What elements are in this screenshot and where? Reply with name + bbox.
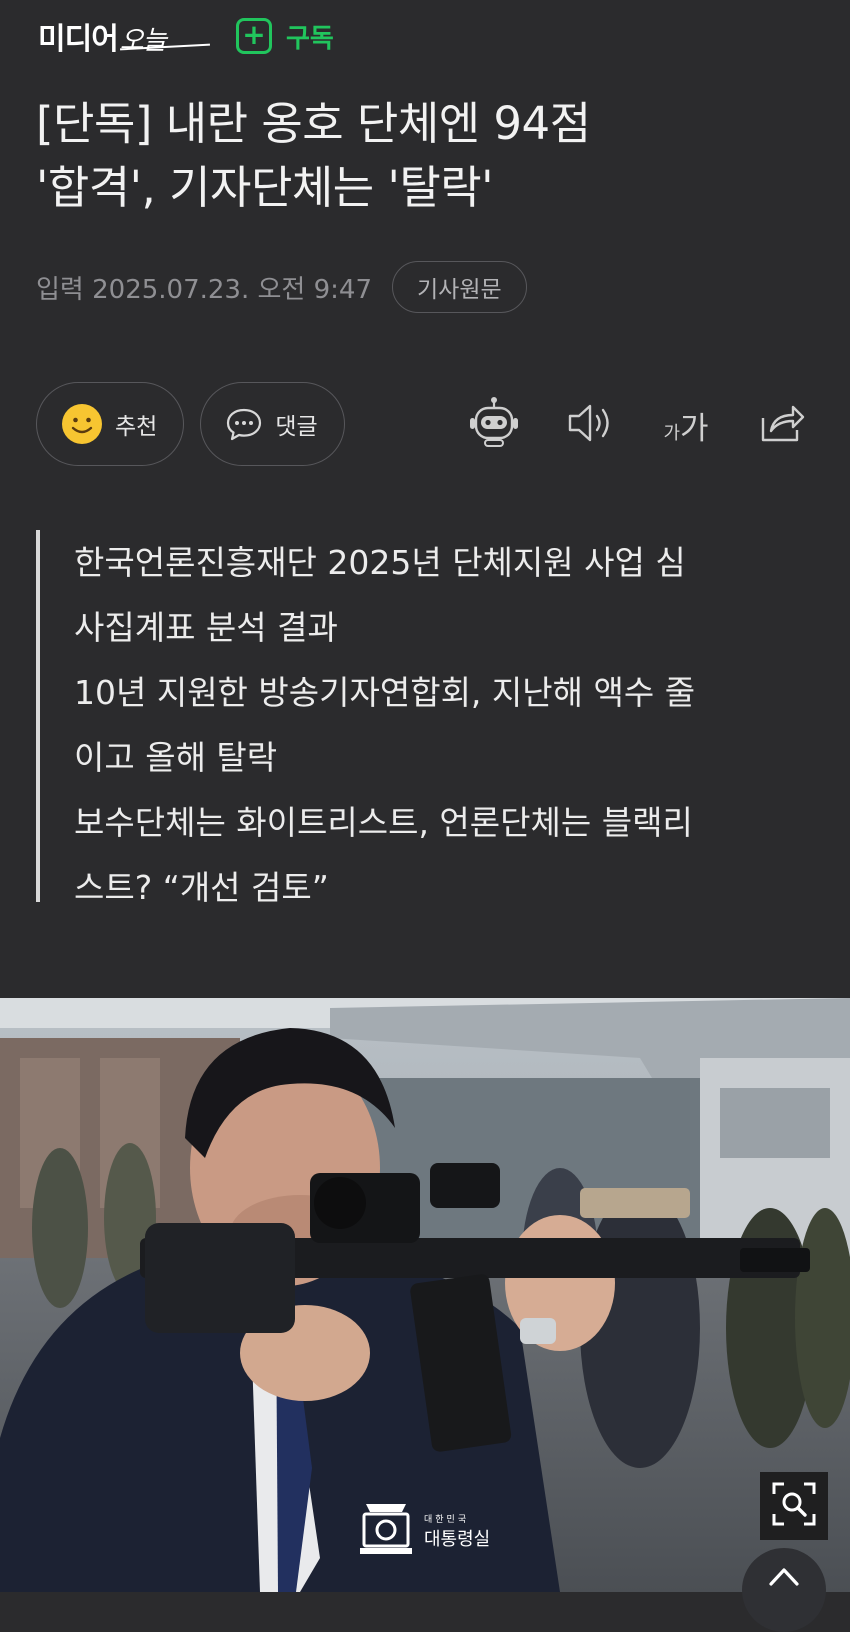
speech-bubble-icon xyxy=(225,405,263,443)
zoom-button[interactable] xyxy=(760,1472,828,1540)
article-summary: 한국언론진흥재단 2025년 단체지원 사업 심 사집계표 분석 결과 10년 … xyxy=(36,530,796,907)
summary-line: 10년 지원한 방송기자연합회, 지난해 액수 줄 xyxy=(74,673,696,712)
logo-main-text: 미디어 xyxy=(38,22,119,57)
subscribe-label: 구독 xyxy=(286,23,334,54)
robot-icon xyxy=(468,396,520,454)
article-title: [단독] 내란 옹호 단체엔 94점 '합격', 기자단체는 '탈락' xyxy=(36,92,816,220)
scroll-to-top-button[interactable] xyxy=(742,1548,826,1632)
title-line-2: '합격', 기자단체는 '탈락' xyxy=(36,161,494,214)
emblem-icon xyxy=(356,1498,416,1562)
font-size-button[interactable]: 가가 xyxy=(656,392,716,458)
share-icon xyxy=(759,402,805,448)
font-large-glyph: 가 xyxy=(680,410,709,447)
media-logo[interactable]: 미디어오늘 xyxy=(38,14,167,58)
top-bar: 미디어오늘 + 구독 xyxy=(0,0,850,72)
font-small-glyph: 가 xyxy=(663,422,681,444)
summary-line: 스트? “개선 검토” xyxy=(74,868,329,907)
summary-line: 사집계표 분석 결과 xyxy=(74,608,338,647)
logo-script-text: 오늘 xyxy=(119,26,167,56)
plus-icon: + xyxy=(236,18,272,54)
summary-line: 보수단체는 화이트리스트, 언론단체는 블랙리 xyxy=(74,803,693,842)
font-size-icon: 가가 xyxy=(663,403,708,448)
watermark: 대한민국 대통령실 xyxy=(356,1498,490,1562)
zoom-icon xyxy=(771,1481,817,1531)
recommend-label: 추천 xyxy=(115,414,158,440)
watermark-text: 대한민국 대통령실 xyxy=(424,1510,490,1550)
share-button[interactable] xyxy=(752,392,812,458)
arrow-up-icon xyxy=(767,1564,801,1592)
comment-button[interactable]: 댓글 xyxy=(200,382,345,466)
watermark-small-text: 대한민국 xyxy=(424,1515,470,1525)
summary-line: 이고 올해 탈락 xyxy=(74,738,278,777)
comment-label: 댓글 xyxy=(275,414,318,440)
reaction-bar: 추천 댓글 xyxy=(36,382,361,466)
listen-button[interactable] xyxy=(560,392,620,458)
publish-date: 입력 2025.07.23. 오전 9:47 xyxy=(36,274,372,305)
watermark-main-text: 대통령실 xyxy=(424,1529,491,1550)
smiley-icon xyxy=(61,403,103,445)
subscribe-button[interactable]: + 구독 xyxy=(236,16,334,56)
summary-line: 한국언론진흥재단 2025년 단체지원 사업 심 xyxy=(74,543,686,582)
article-meta: 입력 2025.07.23. 오전 9:47 기사원문 xyxy=(36,260,527,314)
original-article-button[interactable]: 기사원문 xyxy=(392,261,527,313)
speaker-icon xyxy=(566,402,614,448)
title-line-1: [단독] 내란 옹호 단체엔 94점 xyxy=(36,97,591,150)
recommend-button[interactable]: 추천 xyxy=(36,382,185,466)
summary-bot-button[interactable] xyxy=(464,392,524,458)
